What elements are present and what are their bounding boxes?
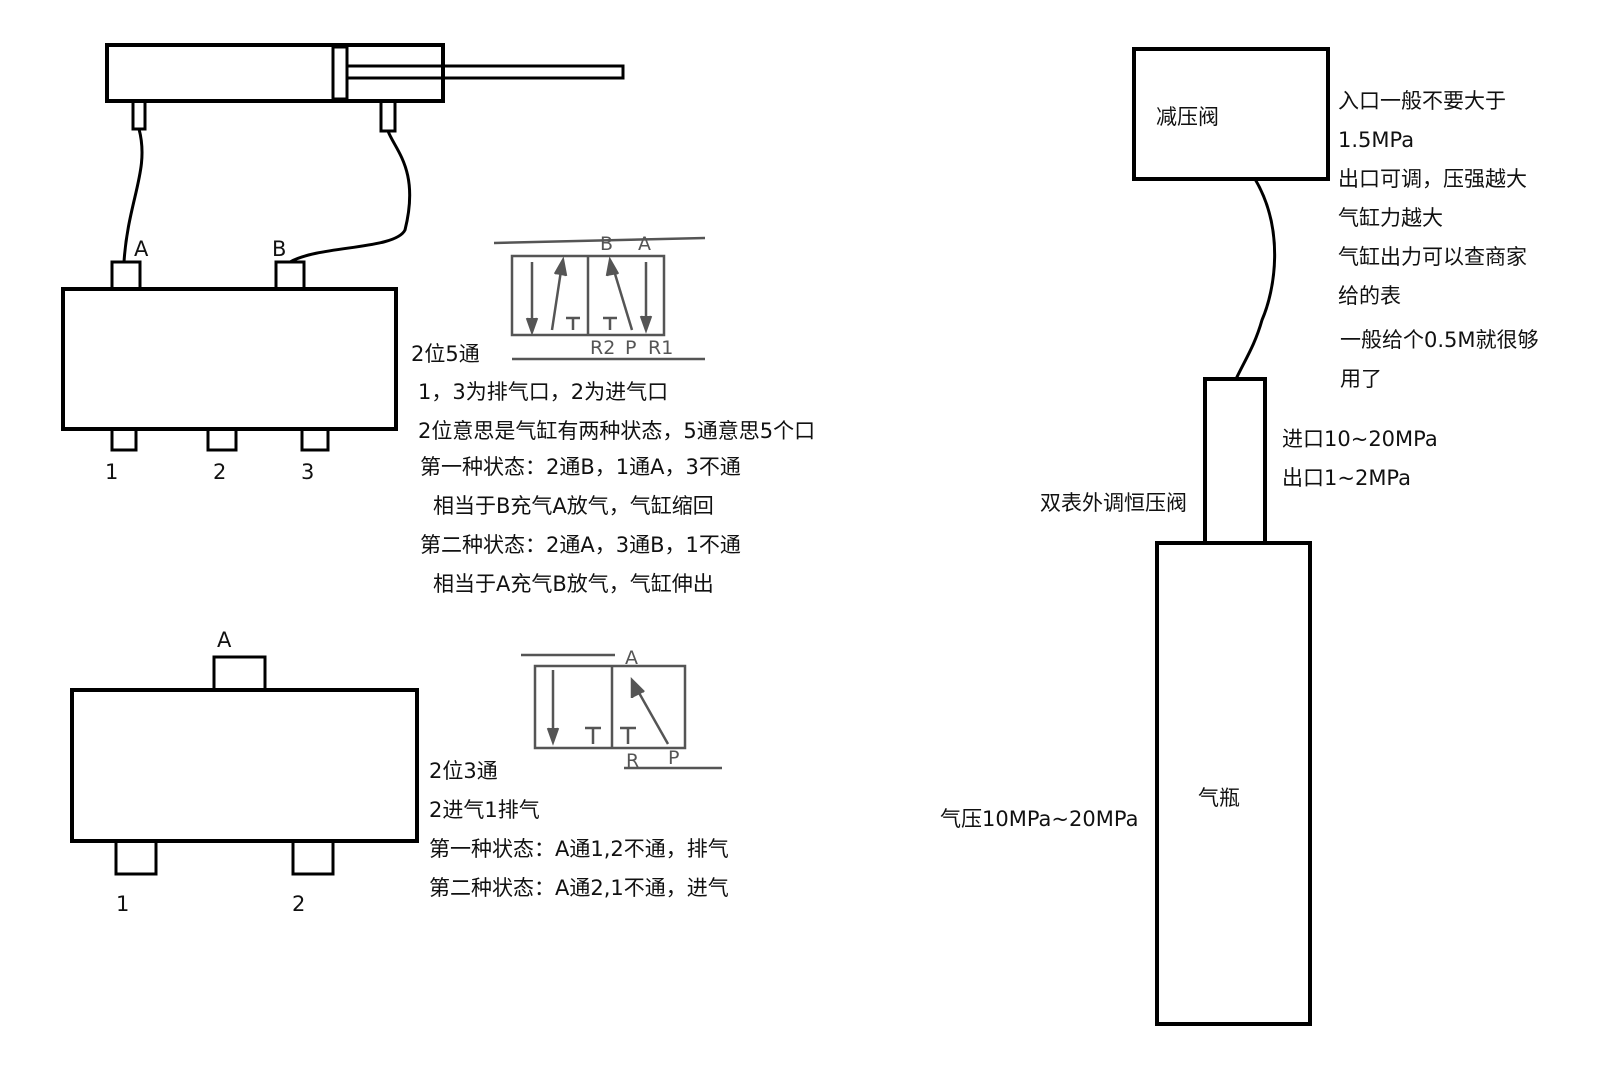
valve3-note: 2进气1排气 (429, 798, 540, 822)
bottle-pressure: 气压10MPa~20MPa (940, 807, 1139, 831)
cylinder-port-right (379, 99, 397, 133)
cylinder (105, 43, 625, 133)
valve5-note: 第二种状态：2通A，3通B，1不通 (420, 533, 741, 557)
cylinder-piston (331, 45, 349, 101)
valve5-port-1-label: 1 (105, 460, 119, 484)
valve3-port-1 (114, 839, 158, 876)
reducer-note: 出口可调，压强越大 (1338, 167, 1527, 191)
valve5-port-3 (300, 427, 330, 452)
reducer-note: 气缸力越大 (1338, 206, 1443, 230)
bottle-label: 气瓶 (1198, 786, 1240, 810)
sym3-r-label: R (626, 750, 639, 772)
regulator-note: 进口10~20MPa (1282, 427, 1438, 451)
valve5-note: 相当于B充气A放气，气缸缩回 (433, 494, 714, 518)
sym3-a-label: A (625, 647, 638, 669)
valve5-port-b-label: B (272, 237, 287, 261)
valve3-body (70, 688, 419, 843)
reducer-note: 气缸出力可以查商家 (1338, 245, 1527, 269)
valve3-note: 第二种状态：A通2,1不通，进气 (429, 876, 729, 900)
reducer-note: 一般给个0.5M就很够 (1340, 328, 1539, 352)
valve3-port-2-label: 2 (292, 892, 306, 916)
valve5-note: 第一种状态：2通B，1通A，3不通 (420, 455, 741, 479)
sym5-p-label: P (625, 337, 636, 359)
cylinder-rod (345, 64, 625, 80)
valve-3-way (70, 655, 419, 876)
reducer-note: 用了 (1340, 367, 1382, 391)
reducer-note: 入口一般不要大于 (1338, 89, 1506, 113)
valve5-port-3-label: 3 (301, 460, 315, 484)
valve-5-way (61, 260, 398, 452)
valve3-port-2 (291, 839, 335, 876)
valve5-port-a-label: A (134, 237, 149, 261)
hose-b (289, 130, 412, 264)
sym5-r1-label: R1 (648, 337, 673, 359)
valve5-port-2 (206, 427, 238, 452)
regulator-note: 出口1~2MPa (1282, 466, 1412, 490)
regulator-valve (1203, 377, 1267, 545)
valve3-port-1-label: 1 (116, 892, 130, 916)
sym5-a-label: A (638, 233, 651, 255)
sym5-b-label: B (600, 233, 613, 255)
valve5-port-2-label: 2 (213, 460, 227, 484)
supply-hose (1234, 178, 1277, 380)
reducer-note: 给的表 (1338, 284, 1401, 308)
valve5-note: 相当于A充气B放气，气缸伸出 (433, 572, 714, 596)
valve5-port-1 (110, 427, 138, 452)
valve3-title: 2位3通 (429, 759, 498, 783)
reducer-note: 1.5MPa (1338, 128, 1415, 152)
valve5-port-a (110, 260, 142, 291)
valve5-title: 2位5通 (411, 342, 480, 366)
valve5-note: 2位意思是气缸有两种状态，5通意思5个口 (418, 419, 816, 443)
regulator-label: 双表外调恒压阀 (1040, 491, 1187, 515)
valve5-body (61, 287, 398, 431)
valve3-note: 第一种状态：A通1,2不通，排气 (429, 837, 729, 861)
valve3-port-a-label: A (217, 628, 232, 652)
valve3-symbol (521, 653, 722, 770)
valve3-port-a (212, 655, 267, 692)
sym5-r2-label: R2 (590, 337, 615, 359)
sym3-p-label: P (668, 747, 679, 769)
gas-bottle (1155, 541, 1312, 1026)
valve5-port-b (274, 260, 306, 291)
pneumatic-diagram: B A R2 P R1 A R P (61, 43, 1330, 1026)
valve5-note: 1，3为排气口，2为进气口 (418, 380, 669, 404)
reducer-label: 减压阀 (1156, 105, 1219, 129)
cylinder-port-left (131, 99, 147, 131)
cylinder-body (105, 43, 445, 103)
